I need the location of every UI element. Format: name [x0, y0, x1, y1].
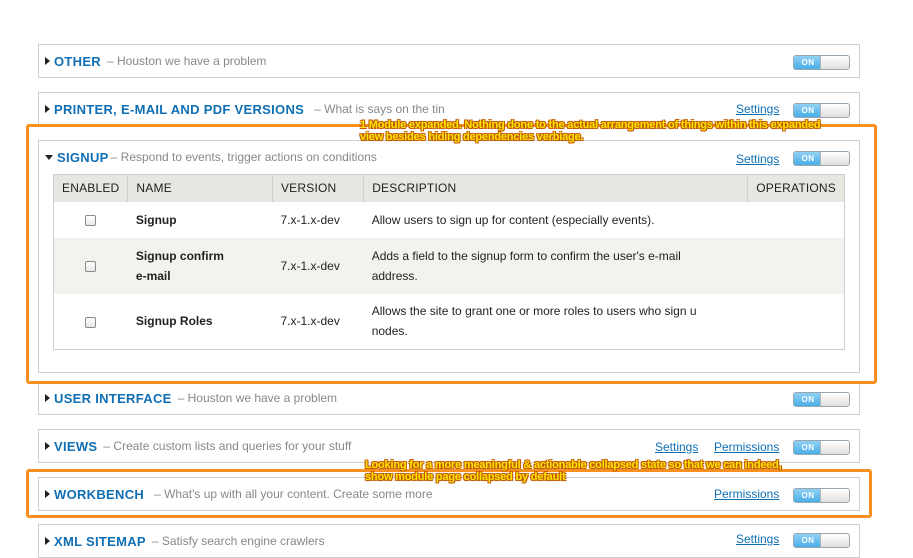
fieldset-title[interactable]: VIEWS	[54, 439, 97, 454]
settings-link[interactable]: Settings	[736, 102, 779, 116]
fieldset-description: – What is says on the tin	[314, 102, 445, 116]
permissions-link[interactable]: Permissions	[714, 440, 779, 454]
chevron-right-icon	[45, 442, 50, 450]
module-group-on-toggle[interactable]: ON	[793, 103, 850, 118]
fieldset-other-toggle[interactable]: OTHER – Houston we have a problem	[45, 45, 266, 77]
fieldset-title[interactable]: OTHER	[54, 54, 101, 69]
annotation-line: show module page collapsed by default	[365, 471, 566, 483]
fieldset-user-interface: USER INTERFACE – Houston we have a probl…	[38, 381, 860, 415]
annotation-expanded-note: 1 Module expanded. Nothing done to the a…	[360, 119, 821, 143]
fieldset-views-toggle[interactable]: VIEWS – Create custom lists and queries …	[45, 430, 351, 462]
settings-link[interactable]: Settings	[655, 440, 698, 454]
fieldset-user-interface-toggle[interactable]: USER INTERFACE – Houston we have a probl…	[45, 382, 337, 414]
module-group-on-toggle[interactable]: ON	[793, 55, 850, 70]
chevron-right-icon	[45, 394, 50, 402]
annotation-line: 1 Module expanded. Nothing done to the a…	[360, 119, 821, 131]
toggle-knob	[820, 104, 849, 117]
fieldset-views: VIEWS – Create custom lists and queries …	[38, 429, 860, 463]
toggle-knob	[820, 534, 849, 547]
fieldset-description: – Satisfy search engine crawlers	[151, 534, 325, 548]
fieldset-title[interactable]: PRINTER, E-MAIL AND PDF VERSIONS	[54, 102, 304, 117]
chevron-right-icon	[45, 57, 50, 65]
chevron-right-icon	[45, 105, 50, 113]
toggle-knob	[820, 441, 849, 454]
fieldset-description: – Houston we have a problem	[107, 54, 267, 68]
toggle-knob	[820, 393, 849, 406]
toggle-knob	[820, 56, 849, 69]
fieldset-title[interactable]: XML SITEMAP	[54, 534, 146, 549]
annotation-line: view besides hiding dependencies verbiag…	[360, 131, 584, 143]
module-group-on-toggle[interactable]: ON	[793, 440, 850, 455]
toggle-on-label: ON	[794, 393, 822, 406]
annotation-collapsed-note: Looking for a more meaningful & actionab…	[365, 459, 782, 483]
module-group-on-toggle[interactable]: ON	[793, 392, 850, 407]
annotation-line: Looking for a more meaningful & actionab…	[365, 459, 782, 471]
fieldset-description: – Houston we have a problem	[177, 391, 338, 405]
toggle-on-label: ON	[794, 534, 822, 547]
fieldset-xml-sitemap: XML SITEMAP – Satisfy search engine craw…	[38, 524, 860, 558]
fieldset-description: – Create custom lists and queries for yo…	[103, 439, 352, 453]
annotation-box-expanded	[26, 124, 877, 384]
toggle-on-label: ON	[794, 104, 822, 117]
fieldset-other: OTHER – Houston we have a problem ON	[38, 44, 860, 78]
settings-link[interactable]: Settings	[736, 532, 779, 546]
toggle-on-label: ON	[794, 441, 822, 454]
fieldset-xml-sitemap-toggle[interactable]: XML SITEMAP – Satisfy search engine craw…	[45, 525, 325, 557]
chevron-right-icon	[45, 537, 50, 545]
toggle-on-label: ON	[794, 56, 822, 69]
module-group-on-toggle[interactable]: ON	[793, 533, 850, 548]
fieldset-title[interactable]: USER INTERFACE	[54, 391, 172, 406]
